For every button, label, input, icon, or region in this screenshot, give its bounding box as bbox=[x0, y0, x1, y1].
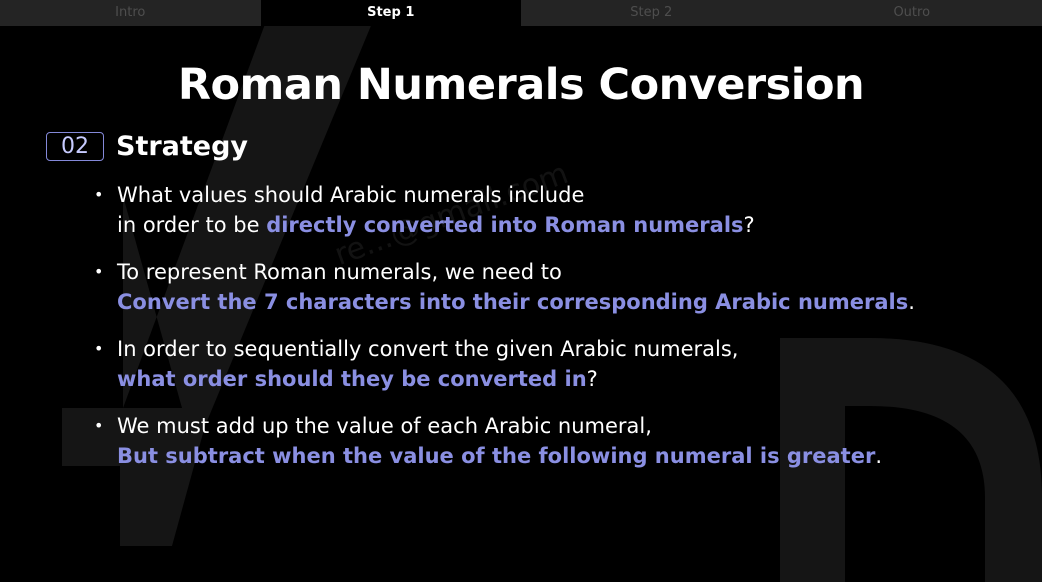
bullet-text-suffix: . bbox=[875, 444, 883, 468]
bullet-line-1: In order to sequentially convert the giv… bbox=[117, 337, 739, 361]
bullet-line-1: To represent Roman numerals, we need to bbox=[117, 260, 562, 284]
bullet-highlight-text: But subtract when the value of the follo… bbox=[117, 444, 876, 468]
bullet-text-suffix: . bbox=[908, 290, 915, 314]
bullet-line-2: in order to be directly converted into R… bbox=[117, 210, 994, 240]
bullet-dot-icon: • bbox=[94, 262, 104, 281]
bullet-highlight-text: directly converted into Roman numerals bbox=[266, 213, 744, 237]
step-tab-bar: Intro Step 1 Step 2 Outro bbox=[0, 0, 1042, 26]
tab-step-1[interactable]: Step 1 bbox=[260, 0, 521, 26]
bullet-text-suffix: ? bbox=[743, 213, 755, 237]
bullet-text-prefix: in order to be bbox=[117, 213, 267, 237]
bullet-item-4: • We must add up the value of each Arabi… bbox=[94, 411, 994, 471]
bullet-dot-icon: • bbox=[94, 339, 104, 358]
bullet-item-1: • What values should Arabic numerals inc… bbox=[94, 180, 994, 240]
section-header: 02 Strategy bbox=[46, 131, 248, 162]
bullet-dot-icon: • bbox=[94, 416, 104, 435]
strategy-bullet-list: • What values should Arabic numerals inc… bbox=[94, 180, 994, 488]
bullet-line-2: Convert the 7 characters into their corr… bbox=[117, 287, 994, 317]
tab-step-2[interactable]: Step 2 bbox=[521, 0, 782, 26]
slide-title: Roman Numerals Conversion bbox=[177, 60, 865, 110]
tab-outro[interactable]: Outro bbox=[781, 0, 1042, 26]
bullet-line-1: What values should Arabic numerals inclu… bbox=[117, 183, 585, 207]
bullet-highlight-text: Convert the 7 characters into their corr… bbox=[117, 290, 909, 314]
section-title: Strategy bbox=[116, 131, 249, 162]
bullet-highlight-text: what order should they be converted in bbox=[117, 367, 587, 391]
bullet-line-2: what order should they be converted in? bbox=[117, 364, 994, 394]
bullet-line-2: But subtract when the value of the follo… bbox=[117, 441, 994, 471]
bullet-item-3: • In order to sequentially convert the g… bbox=[94, 334, 994, 394]
bullet-line-1: We must add up the value of each Arabic … bbox=[117, 414, 652, 438]
bullet-item-2: • To represent Roman numerals, we need t… bbox=[94, 257, 994, 317]
bullet-dot-icon: • bbox=[94, 185, 104, 204]
section-number-badge: 02 bbox=[46, 132, 104, 161]
tab-intro[interactable]: Intro bbox=[0, 0, 261, 26]
bullet-text-suffix: ? bbox=[586, 367, 598, 391]
